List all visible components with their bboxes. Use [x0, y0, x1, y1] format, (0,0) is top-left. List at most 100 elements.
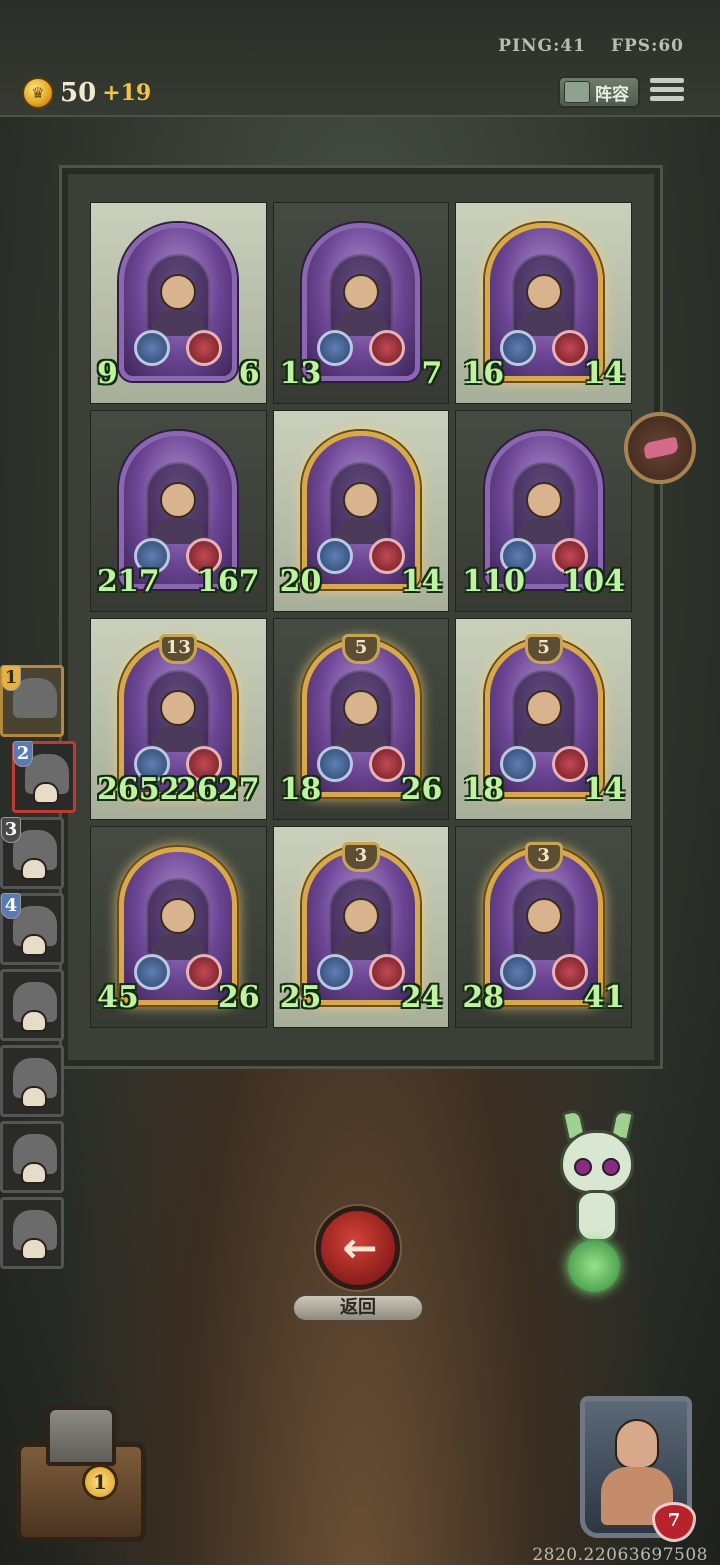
health-heart-icon: [551, 330, 588, 366]
unit-health: 2627: [176, 772, 260, 807]
unit-portrait: [146, 254, 211, 336]
queue-order-badge: 1: [1, 665, 21, 691]
board-cell[interactable]: 13 2652 2627: [90, 618, 267, 820]
queue-slot[interactable]: [0, 1121, 64, 1193]
board-cell[interactable]: 5 18 14: [455, 618, 632, 820]
unit-tier-badge: 13: [159, 634, 198, 664]
chest-count-badge: 1: [82, 1464, 118, 1500]
unit-tier-badge: 3: [341, 842, 380, 872]
unit-portrait: [511, 254, 576, 336]
unit-health: 24: [400, 980, 443, 1015]
fps-readout: FPS:60: [610, 36, 684, 56]
health-heart-icon: [551, 746, 588, 782]
relic-icon: [642, 436, 680, 460]
relic-button[interactable]: [624, 412, 696, 484]
unit-attack: 18: [279, 772, 322, 807]
unit-attack: 2652: [97, 772, 181, 807]
unit-health: 104: [562, 564, 625, 599]
unit-portrait: [328, 462, 393, 544]
health-heart-icon: [186, 330, 223, 366]
menu-icon: [650, 78, 684, 83]
unit-attack: 16: [462, 356, 505, 391]
unit-tier-badge: 3: [524, 842, 563, 872]
health-heart-icon: [368, 954, 405, 990]
queue-slot[interactable]: 3: [0, 817, 64, 889]
board-cell[interactable]: 13 7: [272, 202, 450, 404]
unit-health: 14: [400, 564, 443, 599]
network-stats: PING:41 FPS:60: [480, 36, 684, 56]
queue-slot[interactable]: [0, 969, 64, 1041]
queue-order-badge: 2: [13, 741, 33, 767]
attack-shield-icon: [499, 954, 536, 990]
unit-portrait: [146, 670, 211, 752]
unit-attack: 13: [279, 356, 322, 391]
attack-shield-icon: [499, 746, 536, 782]
unit-health: 26: [217, 980, 260, 1015]
unit-attack: 110: [462, 564, 525, 599]
unit-health: 6: [238, 356, 260, 391]
attack-shield-icon: [316, 954, 353, 990]
menu-button[interactable]: [650, 76, 684, 106]
unit-attack: 28: [462, 980, 505, 1015]
board-cell[interactable]: 16 14: [455, 202, 632, 404]
queue-order-badge: 4: [1, 893, 21, 919]
back-label[interactable]: 返回: [292, 1294, 424, 1322]
unit-tier-badge: 5: [524, 634, 563, 664]
unit-card[interactable]: [119, 223, 238, 381]
unit-portrait: [511, 878, 576, 960]
board-cell[interactable]: 5 18 26: [272, 618, 450, 820]
board-cell[interactable]: 110 104: [455, 410, 632, 612]
board-cell[interactable]: 96: [90, 202, 267, 404]
back-arrow-icon: ←: [342, 1223, 378, 1272]
board-cell[interactable]: 3 28 41: [455, 826, 632, 1028]
pet-skill-orb[interactable]: [568, 1240, 620, 1292]
unit-portrait: [511, 670, 576, 752]
queue-slot[interactable]: [0, 1045, 64, 1117]
unit-portrait: [328, 254, 393, 336]
top-bar: PING:41 FPS:60 ♛ 50 +19 阵容: [0, 0, 720, 117]
queue-slot[interactable]: 1: [0, 665, 64, 737]
health-heart-icon: [368, 746, 405, 782]
book-icon: [564, 81, 590, 103]
unit-portrait: [511, 462, 576, 544]
board-cell[interactable]: 20 14: [272, 410, 450, 612]
health-heart-icon: [368, 330, 405, 366]
board-cell[interactable]: 217 167: [90, 410, 267, 612]
unit-portrait: [146, 878, 211, 960]
health-heart-icon: [368, 538, 405, 574]
attack-shield-icon: [134, 330, 171, 366]
back-button[interactable]: ←: [316, 1206, 400, 1290]
crown-coin-icon: ♛: [22, 77, 54, 109]
skull-icon: [21, 1086, 47, 1108]
skull-icon: [21, 1162, 47, 1184]
unit-portrait: [146, 462, 211, 544]
attack-shield-icon: [134, 954, 171, 990]
coordinate-readout: 2820.22063697508: [532, 1545, 708, 1565]
turn-order-queue: 1 2 3 4: [0, 665, 76, 1273]
gold-bonus: +19: [102, 80, 152, 106]
queue-slot[interactable]: 4: [0, 893, 64, 965]
gold-value: 50: [60, 78, 97, 108]
ping-readout: PING:41: [498, 36, 587, 56]
attack-shield-icon: [316, 746, 353, 782]
attack-shield-icon: [316, 538, 353, 574]
skull-icon: [21, 1010, 47, 1032]
unit-attack: 9: [97, 356, 118, 391]
board-cell[interactable]: 45 26: [90, 826, 267, 1028]
attack-shield-icon: [499, 330, 536, 366]
queue-slot[interactable]: 2: [12, 741, 76, 813]
lineup-button[interactable]: 阵容: [558, 76, 640, 108]
unit-attack: 217: [97, 564, 160, 599]
unit-attack: 20: [279, 564, 322, 599]
queue-slot[interactable]: [0, 1197, 64, 1269]
unit-attack: 18: [462, 772, 505, 807]
unit-portrait: [328, 670, 393, 752]
pet-cat[interactable]: [556, 1108, 640, 1250]
unit-health: 41: [583, 980, 625, 1015]
queue-order-badge: 3: [1, 817, 21, 843]
unit-health: 7: [421, 356, 443, 391]
skull-icon: [21, 1238, 47, 1260]
skull-icon: [21, 858, 47, 880]
board-cell[interactable]: 3 25 24: [272, 826, 450, 1028]
unit-health: 14: [583, 772, 625, 807]
